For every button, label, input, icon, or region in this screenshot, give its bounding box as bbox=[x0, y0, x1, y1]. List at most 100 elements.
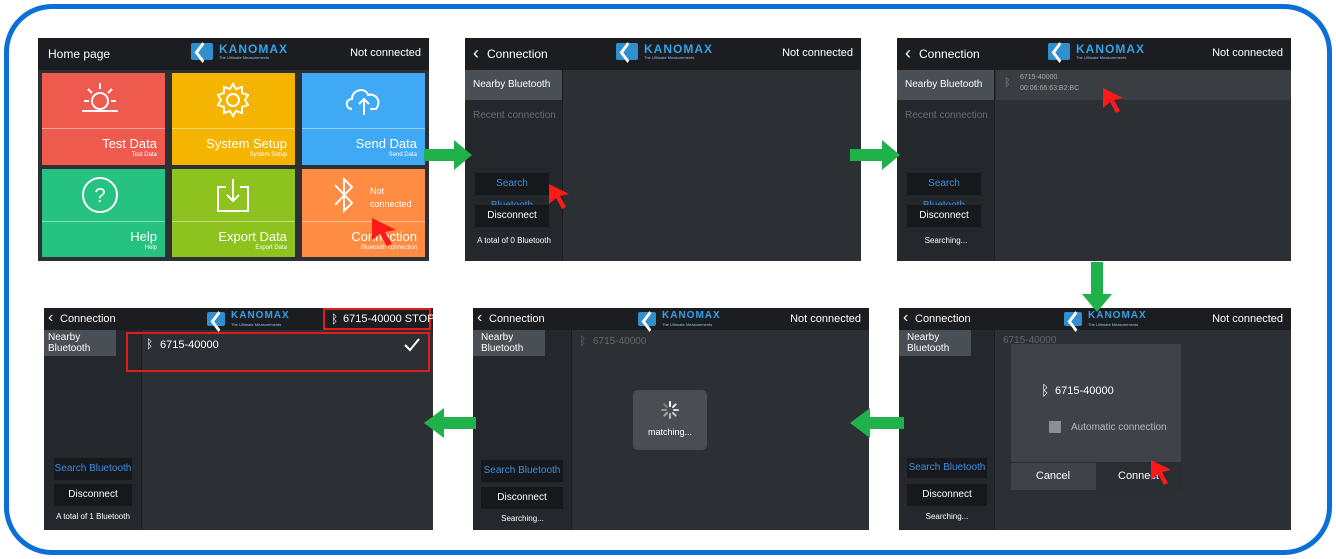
search-status: Searching... bbox=[925, 512, 969, 521]
page-title: Connection bbox=[915, 313, 971, 325]
bluetooth-icon: ᛒ bbox=[579, 334, 587, 348]
connection-status: Not connected bbox=[1212, 313, 1283, 325]
tile-sublabel: Export Data bbox=[255, 245, 287, 251]
page-title: Connection bbox=[60, 313, 116, 325]
arrow-right-icon bbox=[424, 140, 472, 170]
arrow-left-icon bbox=[424, 408, 476, 438]
disconnect-button[interactable]: Disconnect bbox=[54, 484, 132, 506]
bluetooth-icon bbox=[334, 176, 354, 214]
connected-status-box[interactable]: ᛒ 6715-40000 STOP bbox=[323, 308, 433, 330]
disconnect-button[interactable]: Disconnect bbox=[907, 205, 981, 227]
connection-status: Not connected bbox=[350, 47, 421, 59]
tile-label: Help bbox=[130, 229, 157, 244]
tile-send-data[interactable]: Send Data Send Data bbox=[302, 73, 425, 165]
page-title: Connection bbox=[487, 47, 548, 61]
bluetooth-icon: ᛒ bbox=[331, 312, 339, 326]
device-name: 6715-40000 bbox=[160, 339, 219, 351]
search-bluetooth-button[interactable]: Search Bluetooth bbox=[475, 173, 549, 211]
kanomax-logo: KANOMAX The Ultimate Measurements bbox=[1048, 43, 1145, 60]
disconnect-button[interactable]: Disconnect bbox=[907, 484, 987, 506]
top-bar: ‹ Connection KANOMAX The Ultimate Measure… bbox=[897, 38, 1291, 70]
automatic-connection-checkbox[interactable] bbox=[1049, 421, 1061, 433]
device-list-item[interactable]: ᛒ 6715-40000 bbox=[573, 330, 869, 354]
cloud-upload-icon bbox=[345, 89, 380, 115]
back-chevron-icon[interactable]: ‹ bbox=[48, 309, 53, 327]
tile-sublabel: Help bbox=[144, 245, 157, 251]
top-bar: ‹ Connection KANOMAX The Ultimate Measure… bbox=[44, 308, 433, 330]
tile-label: Test Data bbox=[102, 136, 157, 151]
back-chevron-icon[interactable]: ‹ bbox=[903, 309, 908, 327]
kanomax-logo: KANOMAX The Ultimate Measurements bbox=[191, 43, 288, 60]
tile-sublabel: Test Data bbox=[131, 152, 157, 158]
bluetooth-icon: ᛒ bbox=[1004, 77, 1011, 89]
back-chevron-icon[interactable]: ‹ bbox=[905, 43, 911, 64]
pointer-cursor-icon bbox=[549, 184, 569, 209]
tile-label: Export Data bbox=[218, 229, 287, 244]
tile-sublabel: Send Data bbox=[388, 152, 417, 158]
sidebar-item-nearby-bluetooth[interactable]: Nearby Bluetooth bbox=[465, 70, 562, 100]
tile-connection[interactable]: Not connected Connection Bluetooth conne… bbox=[302, 169, 425, 257]
pointer-cursor-icon bbox=[372, 218, 396, 246]
connected-device-row[interactable]: ᛒ 6715-40000 bbox=[126, 332, 430, 372]
bluetooth-count: A total of 1 Bluetooth bbox=[56, 512, 130, 521]
search-bluetooth-button[interactable]: Search Bluetooth bbox=[481, 460, 563, 482]
cancel-button[interactable]: Cancel bbox=[1011, 463, 1095, 490]
question-icon: ? bbox=[82, 177, 118, 213]
tile-label: Send Data bbox=[355, 136, 417, 151]
search-bluetooth-button[interactable]: Search Bluetooth bbox=[907, 458, 987, 478]
back-chevron-icon[interactable]: ‹ bbox=[477, 309, 482, 327]
sidebar-item-recent-connection[interactable]: Recent connection bbox=[465, 100, 562, 132]
connection-status: Not connected bbox=[782, 47, 853, 59]
gear-icon bbox=[216, 82, 250, 118]
connection-screen-step5: ‹ Connection KANOMAX The Ultimate Measure… bbox=[473, 308, 869, 530]
disconnect-button[interactable]: Disconnect bbox=[481, 487, 563, 509]
bluetooth-icon: ᛒ bbox=[146, 337, 154, 351]
top-bar: ‹ Connection KANOMAX The Ultimate Measure… bbox=[473, 308, 869, 330]
top-bar: ‹ Connection KANOMAX The Ultimate Measure… bbox=[465, 38, 861, 70]
search-status: Searching... bbox=[501, 514, 544, 523]
connection-screen-step3: ‹ Connection KANOMAX The Ultimate Measure… bbox=[897, 38, 1291, 261]
sun-icon bbox=[82, 83, 118, 112]
page-title: Connection bbox=[919, 47, 980, 61]
connection-screen-step6: ‹ Connection KANOMAX The Ultimate Measure… bbox=[44, 308, 433, 530]
dialog-device-name: 6715-40000 bbox=[1055, 385, 1114, 397]
connection-state-label: Not connected bbox=[370, 186, 412, 209]
device-name: 6715-40000 bbox=[1020, 74, 1058, 81]
matching-overlay: matching... bbox=[633, 390, 707, 450]
sidebar: Nearby Bluetooth Search Bluetooth Discon… bbox=[473, 330, 572, 530]
tile-help[interactable]: ? Help Help bbox=[42, 169, 165, 257]
kanomax-logo: KANOMAX The Ultimate Measurements bbox=[616, 43, 713, 60]
sidebar-item-recent-connection[interactable]: Recent connection bbox=[897, 100, 994, 132]
kanomax-logo: KANOMAX The Ultimate Measurements bbox=[1064, 310, 1147, 327]
pointer-cursor-icon bbox=[1151, 460, 1171, 485]
loading-spinner-icon bbox=[661, 401, 679, 419]
kanomax-logo: KANOMAX The Ultimate Measurements bbox=[638, 310, 721, 327]
sidebar-item-nearby-bluetooth[interactable]: Nearby Bluetooth bbox=[473, 330, 545, 356]
connection-status: Not connected bbox=[1212, 47, 1283, 59]
home-page-screen: Home page KANOMAX The Ultimate Measuremen… bbox=[38, 38, 429, 261]
arrow-left-icon bbox=[850, 408, 904, 438]
download-icon bbox=[217, 179, 249, 212]
disconnect-button[interactable]: Disconnect bbox=[475, 205, 549, 227]
automatic-connection-label: Automatic connection bbox=[1071, 422, 1167, 433]
device-name: 6715-40000 bbox=[593, 336, 647, 347]
search-bluetooth-button[interactable]: Search Bluetooth bbox=[907, 173, 981, 211]
sidebar: Nearby Bluetooth Recent connection Searc… bbox=[465, 70, 563, 261]
tile-export-data[interactable]: Export Data Export Data bbox=[172, 169, 295, 257]
kanomax-logo: KANOMAX The Ultimate Measurements bbox=[207, 310, 290, 327]
device-list-item[interactable]: ᛒ 6715-40000 00:06:66:63:B2:BC bbox=[996, 70, 1291, 100]
tile-system-setup[interactable]: System Setup System Setup bbox=[172, 73, 295, 165]
tile-test-data[interactable]: Test Data Test Data bbox=[42, 73, 165, 165]
back-chevron-icon[interactable]: ‹ bbox=[473, 43, 479, 64]
connection-screen-step4: ‹ Connection KANOMAX The Ultimate Measure… bbox=[899, 308, 1291, 530]
sidebar-item-nearby-bluetooth[interactable]: Nearby Bluetooth bbox=[44, 330, 116, 356]
pointer-cursor-icon bbox=[1103, 88, 1123, 113]
search-status: Searching... bbox=[924, 236, 968, 245]
sidebar-item-nearby-bluetooth[interactable]: Nearby Bluetooth bbox=[897, 70, 994, 100]
sidebar-item-nearby-bluetooth[interactable]: Nearby Bluetooth bbox=[899, 330, 971, 356]
device-mac: 00:06:66:63:B2:BC bbox=[1020, 85, 1080, 92]
sidebar: Nearby Bluetooth Recent connection Searc… bbox=[897, 70, 995, 261]
arrow-down-icon bbox=[1082, 262, 1112, 312]
search-bluetooth-button[interactable]: Search Bluetooth bbox=[54, 458, 132, 480]
bluetooth-icon: ᛒ bbox=[1041, 382, 1050, 398]
